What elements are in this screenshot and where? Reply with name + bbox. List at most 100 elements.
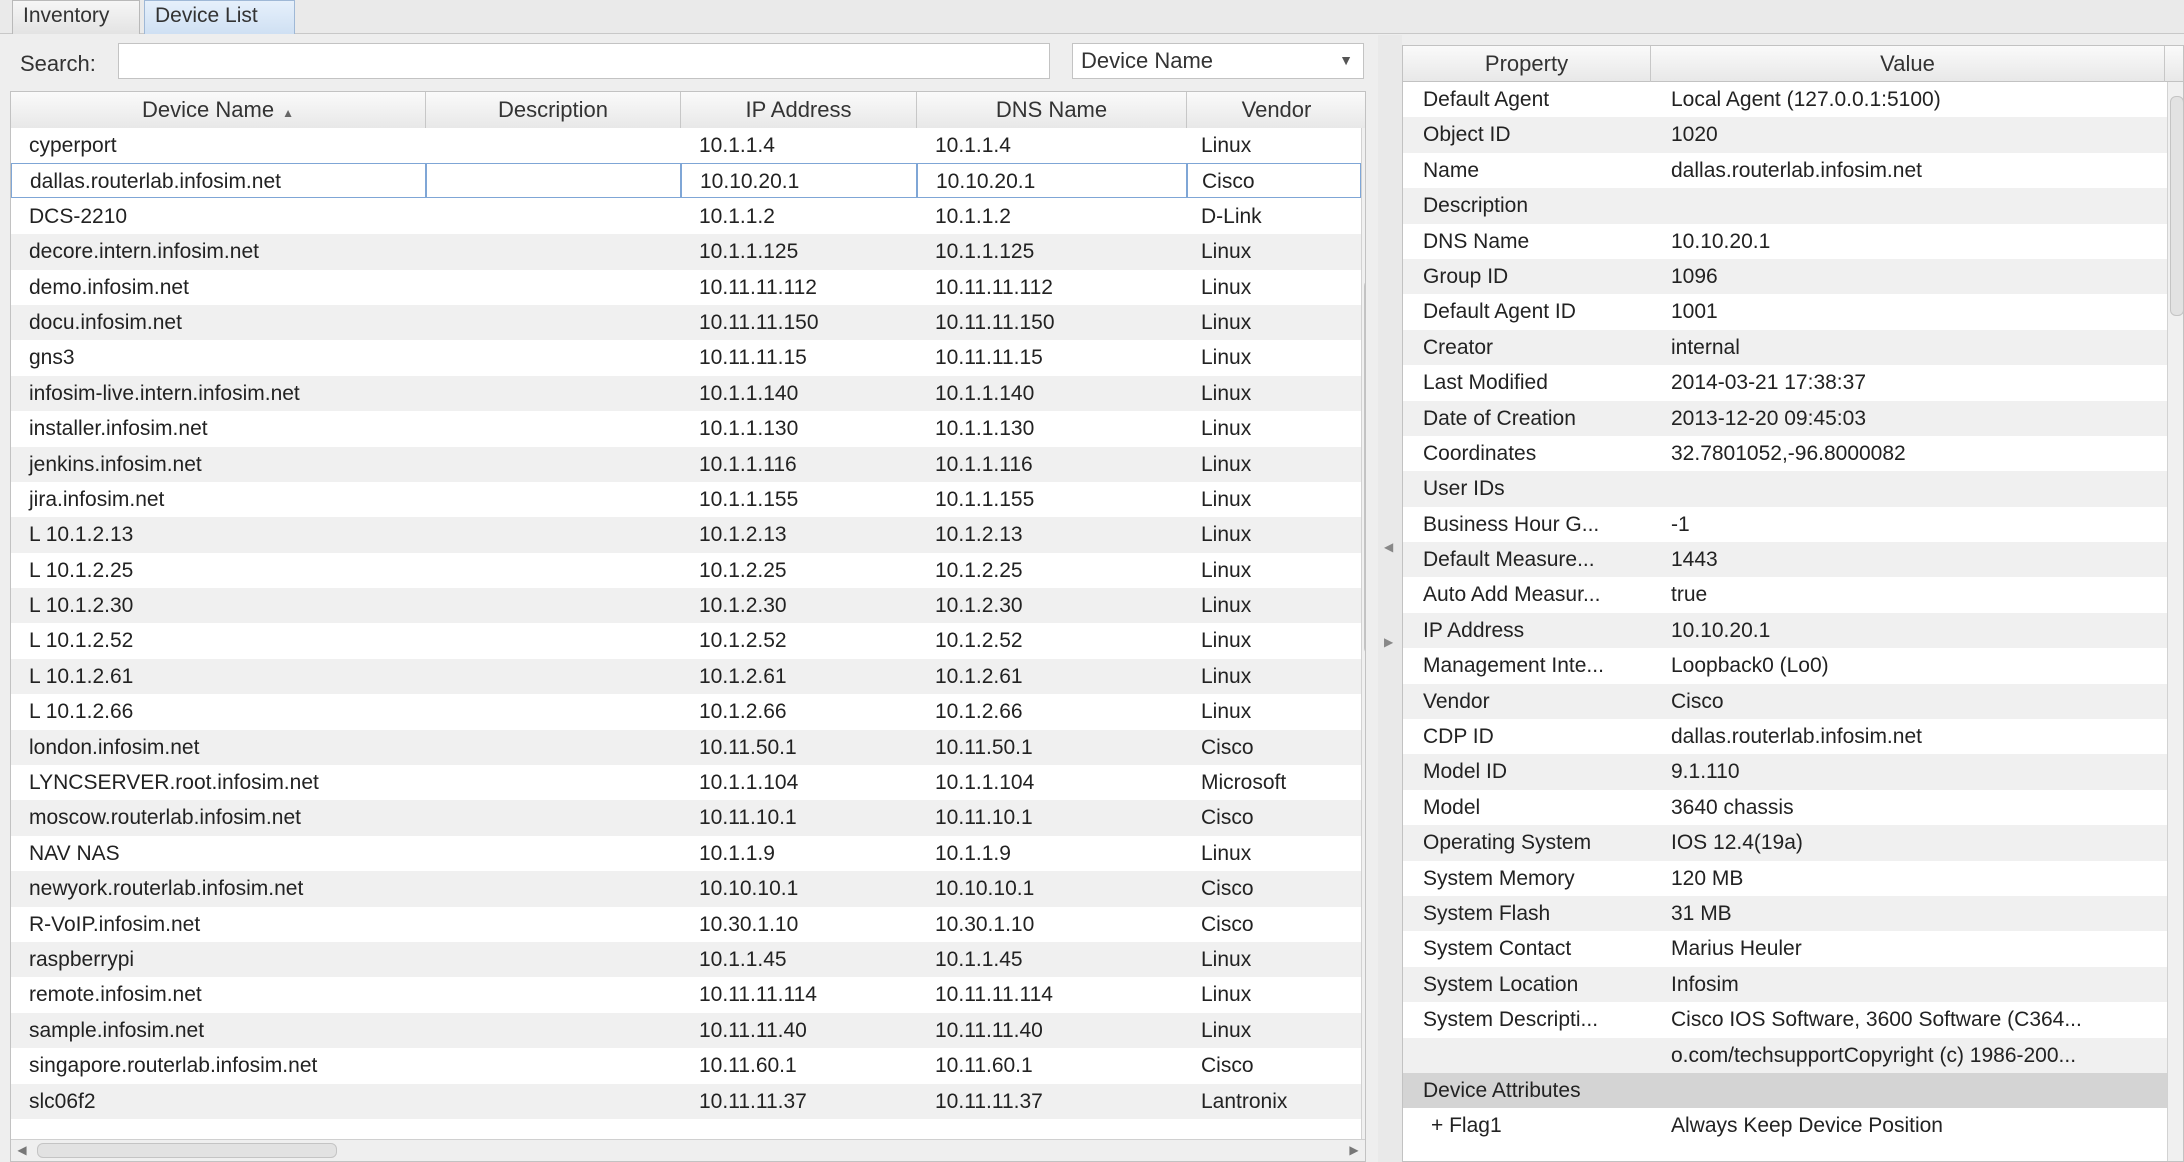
tab-device-list[interactable]: Device List: [144, 0, 295, 34]
scrollbar-thumb[interactable]: [37, 1143, 337, 1158]
attribute-key[interactable]: + Flag1: [1431, 1108, 1651, 1143]
cell-device-name: newyork.routerlab.infosim.net: [29, 877, 304, 901]
property-row[interactable]: Coordinates 32.7801052,-96.8000082: [1403, 436, 2167, 471]
property-row[interactable]: Object ID 1020: [1403, 117, 2167, 153]
property-row[interactable]: o.com/techsupportCopyright (c) 1986-200.…: [1403, 1037, 2167, 1073]
table-row[interactable]: NAV NAS 10.1.1.9 10.1.1.9 Linux: [11, 836, 1361, 871]
search-input[interactable]: [118, 43, 1050, 79]
property-row[interactable]: Last Modified 2014-03-21 17:38:37: [1403, 365, 2167, 400]
cell-device-name: moscow.routerlab.infosim.net: [29, 806, 301, 830]
table-row[interactable]: LYNCSERVER.root.infosim.net 10.1.1.104 10.…: [11, 765, 1361, 800]
table-row[interactable]: london.infosim.net 10.11.50.1 10.11.50.1 Ci…: [11, 729, 1361, 766]
scrollbar-thumb[interactable]: [2170, 96, 2183, 316]
table-row[interactable]: jenkins.infosim.net 10.1.1.116 10.1.1.116 L…: [11, 446, 1361, 482]
scroll-down-icon[interactable]: ▼: [1364, 1122, 1365, 1136]
cell-dns-name: 10.1.1.116: [935, 452, 1033, 476]
property-row[interactable]: IP Address 10.10.20.1: [1403, 612, 2167, 649]
table-row[interactable]: remote.infosim.net 10.11.11.114 10.11.11.1…: [11, 977, 1361, 1012]
table-row[interactable]: infosim-live.intern.infosim.net 10.1.1.14…: [11, 375, 1361, 412]
scrollbar-thumb[interactable]: [1364, 280, 1365, 654]
property-key: Management Inte...: [1423, 654, 1604, 678]
property-row[interactable]: Creator internal: [1403, 329, 2167, 366]
property-row[interactable]: Model 3640 chassis: [1403, 790, 2167, 825]
column-header-dns-name[interactable]: DNS Name: [917, 92, 1187, 128]
table-row[interactable]: L 10.1.2.13 10.1.2.13 10.1.2.13 Linux: [11, 517, 1361, 553]
property-row[interactable]: System Contact Marius Heuler: [1403, 931, 2167, 966]
collapse-left-icon[interactable]: ◀: [1384, 540, 1393, 554]
table-row[interactable]: installer.infosim.net 10.1.1.130 10.1.1.13…: [11, 411, 1361, 446]
table-row[interactable]: dallas.routerlab.infosim.net 10.10.20.1 10…: [11, 163, 1361, 199]
table-row[interactable]: L 10.1.2.52 10.1.2.52 10.1.2.52 Linux: [11, 623, 1361, 658]
property-row[interactable]: Name dallas.routerlab.infosim.net: [1403, 153, 2167, 188]
expand-right-icon[interactable]: ▶: [1384, 635, 1393, 649]
cell-ip-address: 10.1.1.104: [699, 771, 799, 795]
cell-device-name: L 10.1.2.61: [29, 664, 134, 688]
cell-device-name: NAV NAS: [29, 841, 120, 865]
column-header-ip-address[interactable]: IP Address: [681, 92, 917, 128]
attribute-row[interactable]: + Flag1 Always Keep Device Position: [1403, 1108, 2167, 1143]
cell-device-name: LYNCSERVER.root.infosim.net: [29, 771, 319, 795]
property-row[interactable]: Auto Add Measur... true: [1403, 577, 2167, 612]
scroll-up-icon[interactable]: ▲: [1364, 132, 1365, 146]
property-row[interactable]: System Flash 31 MB: [1403, 895, 2167, 932]
property-row[interactable]: Vendor Cisco: [1403, 683, 2167, 720]
column-header-value[interactable]: Value: [1651, 46, 2165, 82]
table-row[interactable]: L 10.1.2.25 10.1.2.25 10.1.2.25 Linux: [11, 553, 1361, 588]
table-row[interactable]: demo.infosim.net 10.11.11.112 10.11.11.112…: [11, 270, 1361, 305]
table-row[interactable]: slc06f2 10.11.11.37 10.11.11.37 Lantronix: [11, 1083, 1361, 1119]
table-row[interactable]: R-VoIP.infosim.net 10.30.1.10 10.30.1.10 Ci…: [11, 907, 1361, 942]
column-header-property[interactable]: Property: [1403, 46, 1651, 82]
cell-description: [426, 800, 681, 835]
property-row[interactable]: DNS Name 10.10.20.1: [1403, 224, 2167, 259]
section-header-device-attributes[interactable]: Device Attributes: [1403, 1072, 2167, 1109]
property-row[interactable]: Group ID 1096: [1403, 258, 2167, 295]
property-row[interactable]: Default Agent Local Agent (127.0.0.1:5100…: [1403, 82, 2167, 117]
table-row[interactable]: raspberrypi 10.1.1.45 10.1.1.45 Linux: [11, 941, 1361, 978]
table-row[interactable]: L 10.1.2.30 10.1.2.30 10.1.2.30 Linux: [11, 588, 1361, 624]
table-row[interactable]: singapore.routerlab.infosim.net 10.11.60.…: [11, 1048, 1361, 1083]
property-row[interactable]: Business Hour G... -1: [1403, 507, 2167, 542]
property-value: 1020: [1671, 123, 1718, 147]
tab-inventory[interactable]: Inventory: [12, 0, 140, 34]
table-row[interactable]: L 10.1.2.61 10.1.2.61 10.1.2.61 Linux: [11, 658, 1361, 695]
property-row[interactable]: CDP ID dallas.routerlab.infosim.net: [1403, 719, 2167, 754]
vertical-scrollbar[interactable]: ▲ ▼: [1361, 128, 1365, 1140]
property-row[interactable]: Default Measure... 1443: [1403, 542, 2167, 578]
property-row[interactable]: Date of Creation 2013-12-20 09:45:03: [1403, 400, 2167, 436]
scroll-left-icon[interactable]: ◀: [15, 1143, 29, 1157]
table-row[interactable]: DCS-2210 10.1.1.2 10.1.1.2 D-Link: [11, 199, 1361, 234]
property-row[interactable]: Description: [1403, 188, 2167, 224]
property-row[interactable]: Operating System IOS 12.4(19a): [1403, 825, 2167, 861]
property-row[interactable]: Management Inte... Loopback0 (Lo0): [1403, 648, 2167, 683]
property-row[interactable]: System Descripti... Cisco IOS Software, 3…: [1403, 1002, 2167, 1037]
panel-splitter[interactable]: ◀ ▶: [1378, 35, 1402, 1162]
table-row[interactable]: docu.infosim.net 10.11.11.150 10.11.11.150…: [11, 304, 1361, 341]
table-row[interactable]: newyork.routerlab.infosim.net 10.10.10.1 1…: [11, 871, 1361, 907]
property-value: 10.10.20.1: [1671, 229, 1771, 253]
property-row[interactable]: System Location Infosim: [1403, 966, 2167, 1003]
table-row[interactable]: decore.intern.infosim.net 10.1.1.125 10.1.…: [11, 234, 1361, 270]
table-row[interactable]: L 10.1.2.66 10.1.2.66 10.1.2.66 Linux: [11, 694, 1361, 729]
scroll-right-icon[interactable]: ▶: [1347, 1143, 1361, 1157]
table-row[interactable]: cyperport 10.1.1.4 10.1.1.4 Linux: [11, 128, 1361, 163]
property-row[interactable]: User IDs: [1403, 471, 2167, 507]
table-row[interactable]: moscow.routerlab.infosim.net 10.11.10.1 10…: [11, 800, 1361, 836]
cell-device-name: cyperport: [29, 134, 117, 157]
table-row[interactable]: gns3 10.11.11.15 10.11.11.15 Linux: [11, 340, 1361, 375]
column-header-vendor[interactable]: Vendor: [1187, 92, 1365, 128]
horizontal-scrollbar[interactable]: ◀ ▶: [11, 1139, 1365, 1161]
property-row[interactable]: Default Agent ID 1001: [1403, 294, 2167, 329]
vertical-scrollbar[interactable]: [2167, 82, 2183, 1161]
property-row[interactable]: Model ID 9.1.110: [1403, 754, 2167, 790]
cell-description: [426, 199, 681, 234]
table-row[interactable]: sample.infosim.net 10.11.11.40 10.11.11.40…: [11, 1012, 1361, 1049]
cell-vendor: Linux: [1201, 1018, 1252, 1042]
table-row[interactable]: jira.infosim.net 10.1.1.155 10.1.1.155 Linu…: [11, 482, 1361, 517]
cell-ip-address: 10.11.11.150: [699, 310, 819, 334]
column-header-description[interactable]: Description: [426, 92, 681, 128]
column-header-device-name[interactable]: Device Name ▲: [11, 92, 426, 128]
search-field-select[interactable]: Device Name ▼: [1072, 43, 1364, 79]
property-row[interactable]: System Memory 120 MB: [1403, 861, 2167, 896]
cell-description: [426, 411, 681, 446]
property-value: internal: [1671, 335, 1740, 359]
